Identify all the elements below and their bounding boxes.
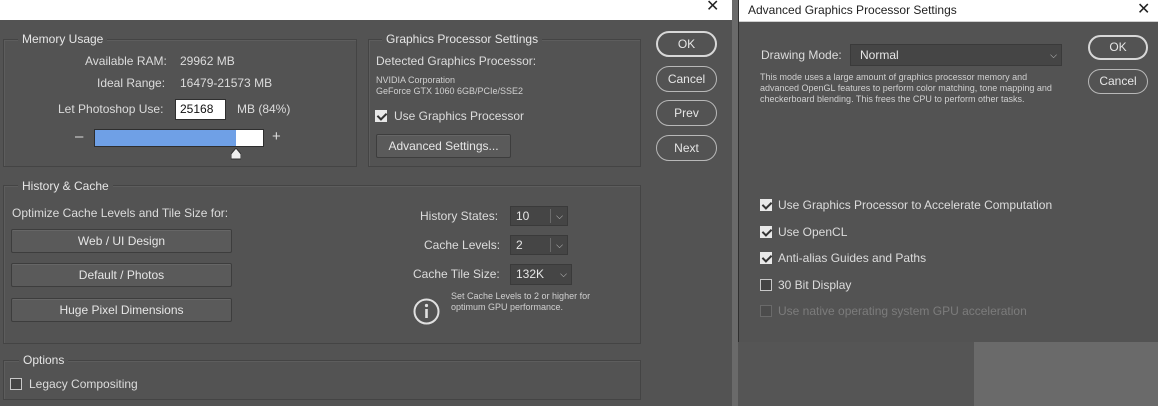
native-gpu-acceleration-label: Use native operating system GPU accelera… bbox=[778, 304, 1027, 318]
cache-info-line2: optimum GPU performance. bbox=[451, 302, 564, 312]
drawing-mode-value: Normal bbox=[860, 48, 899, 62]
accelerate-computation-label: Use Graphics Processor to Accelerate Com… bbox=[778, 198, 1053, 212]
advanced-titlebar: Advanced Graphics Processor Settings ✕ bbox=[739, 0, 1158, 22]
titlebar: ✕ bbox=[0, 0, 732, 20]
cache-tile-size-value: 132K bbox=[516, 267, 545, 281]
history-states-label: History States: bbox=[420, 209, 499, 223]
advanced-dialog-title: Advanced Graphics Processor Settings bbox=[748, 3, 957, 17]
gpu-settings-title: Graphics Processor Settings bbox=[382, 32, 543, 46]
history-cache-title: History & Cache bbox=[18, 179, 113, 193]
available-ram-label: Available RAM: bbox=[85, 54, 167, 68]
legacy-compositing-checkbox[interactable] bbox=[10, 378, 22, 390]
30-bit-display-checkbox[interactable] bbox=[760, 279, 772, 291]
chevron-down-icon: ⌵ bbox=[560, 269, 567, 279]
prev-button[interactable]: Prev bbox=[656, 100, 717, 126]
cancel-button[interactable]: Cancel bbox=[656, 66, 717, 92]
drawing-mode-description-1: This mode uses a large amount of graphic… bbox=[760, 72, 1028, 82]
close-icon[interactable]: ✕ bbox=[1137, 1, 1150, 17]
advanced-gpu-dialog: Advanced Graphics Processor Settings ✕ D… bbox=[738, 0, 1158, 342]
ideal-range-label: Ideal Range: bbox=[97, 76, 166, 90]
chevron-down-icon: ⌵ bbox=[556, 240, 563, 250]
chevron-down-icon: ⌵ bbox=[556, 211, 563, 221]
cache-levels-value: 2 bbox=[516, 238, 523, 252]
drawing-mode-dropdown[interactable]: Normal ⌵ bbox=[850, 44, 1062, 66]
drawing-mode-description-3: checkerboard blending. This frees the CP… bbox=[760, 94, 1025, 104]
preferences-dialog: ✕ Memory Usage Available RAM: 29962 MB I… bbox=[0, 0, 732, 406]
gpu-model: GeForce GTX 1060 6GB/PCIe/SSE2 bbox=[376, 86, 524, 96]
anti-alias-checkbox[interactable] bbox=[760, 252, 772, 264]
preset-web-ui-button[interactable]: Web / UI Design bbox=[11, 229, 232, 253]
preset-photos-button[interactable]: Default / Photos bbox=[11, 263, 232, 287]
let-photoshop-use-label: Let Photoshop Use: bbox=[58, 102, 164, 116]
cache-tile-size-label: Cache Tile Size: bbox=[413, 267, 500, 281]
30-bit-display-label: 30 Bit Display bbox=[778, 278, 852, 292]
slider-thumb-icon[interactable] bbox=[230, 147, 242, 160]
accelerate-computation-checkbox[interactable] bbox=[760, 199, 772, 211]
ideal-range-value: 16479-21573 MB bbox=[180, 76, 273, 90]
history-states-dropdown[interactable]: 10 ⌵ bbox=[510, 206, 568, 226]
native-gpu-acceleration-checkbox bbox=[760, 305, 772, 317]
preset-huge-pixel-button[interactable]: Huge Pixel Dimensions bbox=[11, 298, 232, 322]
gpu-vendor: NVIDIA Corporation bbox=[376, 75, 456, 85]
cache-tile-size-dropdown[interactable]: 132K ⌵ bbox=[510, 264, 572, 285]
use-opencl-checkbox[interactable] bbox=[760, 226, 772, 238]
next-button[interactable]: Next bbox=[656, 135, 717, 161]
decrease-memory-button[interactable]: – bbox=[75, 129, 83, 144]
memory-slider-track[interactable] bbox=[94, 129, 264, 147]
available-ram-value: 29962 MB bbox=[180, 54, 235, 68]
advanced-ok-button[interactable]: OK bbox=[1088, 35, 1148, 60]
chevron-down-icon: ⌵ bbox=[1050, 50, 1057, 60]
use-gpu-checkbox[interactable] bbox=[375, 110, 387, 122]
drawing-mode-description-2: advanced OpenGL features to perform colo… bbox=[760, 83, 1052, 93]
memory-unit-label: MB (84%) bbox=[237, 102, 291, 116]
increase-memory-button[interactable]: + bbox=[272, 129, 281, 144]
close-icon[interactable]: ✕ bbox=[706, 0, 719, 14]
info-icon bbox=[413, 298, 440, 325]
detected-gpu-label: Detected Graphics Processor: bbox=[376, 54, 537, 68]
cache-info-line1: Set Cache Levels to 2 or higher for bbox=[451, 291, 591, 301]
anti-alias-label: Anti-alias Guides and Paths bbox=[778, 251, 927, 265]
memory-usage-title: Memory Usage bbox=[18, 32, 108, 46]
advanced-cancel-button[interactable]: Cancel bbox=[1088, 69, 1148, 94]
drawing-mode-label: Drawing Mode: bbox=[761, 48, 842, 62]
history-states-value: 10 bbox=[516, 209, 530, 223]
use-gpu-label: Use Graphics Processor bbox=[394, 109, 525, 123]
legacy-compositing-label: Legacy Compositing bbox=[29, 377, 138, 391]
cache-levels-dropdown[interactable]: 2 ⌵ bbox=[510, 235, 568, 255]
advanced-settings-button[interactable]: Advanced Settings... bbox=[376, 134, 511, 158]
optimize-cache-label: Optimize Cache Levels and Tile Size for: bbox=[12, 206, 229, 220]
use-opencl-label: Use OpenCL bbox=[778, 225, 848, 239]
cache-levels-label: Cache Levels: bbox=[424, 238, 501, 252]
memory-slider-fill bbox=[95, 130, 236, 146]
background-panel bbox=[738, 342, 974, 406]
options-title: Options bbox=[19, 353, 69, 367]
ok-button[interactable]: OK bbox=[656, 31, 717, 57]
memory-input[interactable]: 25168 bbox=[175, 99, 226, 120]
